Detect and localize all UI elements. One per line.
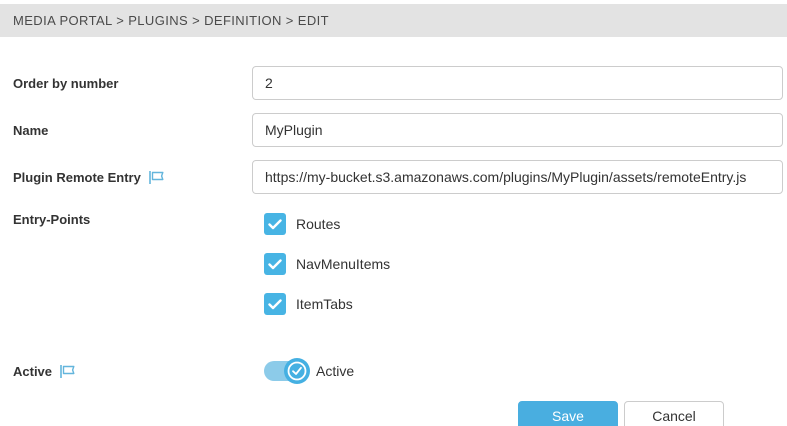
active-toggle[interactable] [264, 361, 306, 381]
active-toggle-label: Active [316, 363, 354, 379]
order-by-number-field-cell [252, 66, 783, 100]
active-label-cell: Active [0, 364, 252, 379]
save-button[interactable]: Save [518, 401, 618, 426]
breadcrumb-text: MEDIA PORTAL > PLUGINS > DEFINITION > ED… [13, 13, 329, 28]
name-row: Name [0, 113, 787, 147]
entry-point-option-routes: Routes [264, 213, 787, 235]
form-actions: Save Cancel [0, 401, 787, 426]
plugin-remote-entry-field-cell [252, 160, 783, 194]
entry-point-option-itemtabs: ItemTabs [264, 293, 787, 315]
plugin-remote-entry-label-cell: Plugin Remote Entry [0, 170, 252, 185]
name-field-cell [252, 113, 783, 147]
navmenuitems-checkbox[interactable] [264, 253, 286, 275]
navmenuitems-checkbox-label: NavMenuItems [296, 256, 390, 272]
entry-point-option-navmenuitems: NavMenuItems [264, 253, 787, 275]
plugin-remote-entry-label: Plugin Remote Entry [13, 170, 141, 185]
active-toggle-knob [284, 358, 310, 384]
order-by-number-input[interactable] [252, 66, 783, 100]
routes-checkbox-label: Routes [296, 216, 340, 232]
itemtabs-checkbox-label: ItemTabs [296, 296, 353, 312]
plugin-edit-form: Order by number Name Plugin Remote Entry [0, 66, 787, 426]
checkmark-icon [268, 219, 282, 230]
checkmark-icon [268, 259, 282, 270]
flag-icon [59, 364, 76, 379]
breadcrumb: MEDIA PORTAL > PLUGINS > DEFINITION > ED… [0, 4, 787, 37]
flag-icon [148, 170, 165, 185]
active-label: Active [13, 364, 52, 379]
itemtabs-checkbox[interactable] [264, 293, 286, 315]
entry-points-options: Routes NavMenuItems ItemTabs [252, 207, 787, 333]
entry-points-row: Entry-Points Routes NavMenuItems [0, 207, 787, 333]
check-circle-icon [287, 361, 307, 381]
cancel-button[interactable]: Cancel [624, 401, 724, 426]
plugin-remote-entry-row: Plugin Remote Entry [0, 160, 787, 194]
routes-checkbox[interactable] [264, 213, 286, 235]
order-by-number-label: Order by number [0, 76, 252, 91]
order-by-number-row: Order by number [0, 66, 787, 100]
active-toggle-wrap: Active [252, 361, 787, 381]
active-row: Active Active [0, 357, 787, 385]
plugin-remote-entry-input[interactable] [252, 160, 783, 194]
name-label: Name [0, 123, 252, 138]
name-input[interactable] [252, 113, 783, 147]
checkmark-icon [268, 299, 282, 310]
entry-points-label: Entry-Points [0, 207, 252, 333]
